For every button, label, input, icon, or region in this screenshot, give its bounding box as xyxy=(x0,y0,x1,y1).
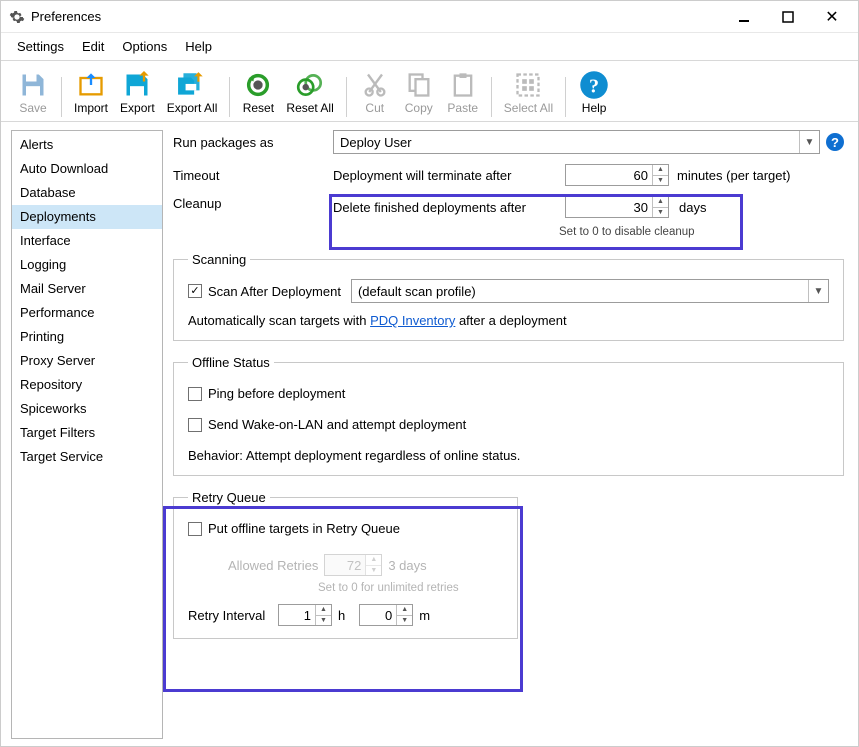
retry-hours-input[interactable] xyxy=(279,605,315,625)
sidebar-item-mail-server[interactable]: Mail Server xyxy=(12,277,162,301)
wol-checkbox[interactable]: Send Wake-on-LAN and attempt deployment xyxy=(188,417,466,432)
mins-unit: m xyxy=(419,608,430,623)
offline-group: Offline Status Ping before deployment Se… xyxy=(173,355,844,476)
menubar: Settings Edit Options Help xyxy=(1,33,858,61)
scanning-group: Scanning ✓ Scan After Deployment (defaul… xyxy=(173,252,844,341)
menu-options[interactable]: Options xyxy=(120,37,169,56)
timeout-spinner[interactable]: ▲▼ xyxy=(565,164,669,186)
sidebar-item-logging[interactable]: Logging xyxy=(12,253,162,277)
scanning-legend: Scanning xyxy=(188,252,250,267)
reset-button[interactable]: Reset xyxy=(236,67,280,117)
sidebar-item-printing[interactable]: Printing xyxy=(12,325,162,349)
export-all-button[interactable]: Export All xyxy=(161,67,224,117)
cleanup-input[interactable] xyxy=(566,197,652,217)
minimize-button[interactable] xyxy=(722,3,766,31)
export-icon xyxy=(121,69,153,101)
select-all-icon xyxy=(512,69,544,101)
select-all-button: Select All xyxy=(498,67,559,117)
sidebar-item-target-service[interactable]: Target Service xyxy=(12,445,162,469)
run-packages-label: Run packages as xyxy=(173,135,333,150)
checkbox-icon xyxy=(188,387,202,401)
reset-icon xyxy=(242,69,274,101)
allowed-retries-label: Allowed Retries xyxy=(228,558,318,573)
maximize-button[interactable] xyxy=(766,3,810,31)
scan-after-checkbox[interactable]: ✓ Scan After Deployment xyxy=(188,284,341,299)
cleanup-label: Cleanup xyxy=(173,196,333,211)
pdq-inventory-link[interactable]: PDQ Inventory xyxy=(370,313,455,328)
allowed-retries-input xyxy=(325,555,365,575)
menu-edit[interactable]: Edit xyxy=(80,37,106,56)
ping-checkbox[interactable]: Ping before deployment xyxy=(188,386,345,401)
svg-text:?: ? xyxy=(589,76,599,98)
reset-all-icon xyxy=(294,69,326,101)
retry-mins-input[interactable] xyxy=(360,605,396,625)
run-packages-select[interactable]: Deploy User ▼ xyxy=(333,130,820,154)
timeout-unit: minutes (per target) xyxy=(677,168,790,183)
sidebar-item-deployments[interactable]: Deployments xyxy=(12,205,162,229)
gear-icon xyxy=(9,9,25,25)
allowed-retries-days: 3 days xyxy=(388,558,426,573)
chevron-down-icon: ▼ xyxy=(799,131,819,153)
sidebar-item-target-filters[interactable]: Target Filters xyxy=(12,421,162,445)
cut-button: Cut xyxy=(353,67,397,117)
sidebar-item-proxy-server[interactable]: Proxy Server xyxy=(12,349,162,373)
retry-interval-label: Retry Interval xyxy=(188,608,272,623)
cleanup-spinner[interactable]: ▲▼ xyxy=(565,196,669,218)
copy-icon xyxy=(403,69,435,101)
sidebar-item-performance[interactable]: Performance xyxy=(12,301,162,325)
import-icon xyxy=(75,69,107,101)
sidebar: AlertsAuto DownloadDatabaseDeploymentsIn… xyxy=(11,130,163,739)
cleanup-unit: days xyxy=(679,200,706,215)
cleanup-hint: Set to 0 to disable cleanup xyxy=(559,226,706,238)
toolbar: Save Import Export Export All Reset Rese… xyxy=(1,61,858,122)
paste-button: Paste xyxy=(441,67,485,117)
paste-icon xyxy=(447,69,479,101)
save-button: Save xyxy=(11,67,55,117)
sidebar-item-spiceworks[interactable]: Spiceworks xyxy=(12,397,162,421)
retry-group: Retry Queue Put offline targets in Retry… xyxy=(173,490,518,639)
allowed-retries-spinner: ▲▼ xyxy=(324,554,382,576)
sidebar-item-auto-download[interactable]: Auto Download xyxy=(12,157,162,181)
content-panel: Run packages as Deploy User ▼ ? Timeout … xyxy=(163,122,858,747)
sidebar-item-database[interactable]: Database xyxy=(12,181,162,205)
reset-all-button[interactable]: Reset All xyxy=(280,67,339,117)
timeout-input[interactable] xyxy=(566,165,652,185)
titlebar: Preferences ✕ xyxy=(1,1,858,33)
chevron-down-icon: ▼ xyxy=(808,280,828,302)
scanning-description: Automatically scan targets with PDQ Inve… xyxy=(188,313,829,328)
checkbox-icon xyxy=(188,418,202,432)
save-icon xyxy=(17,69,49,101)
hours-unit: h xyxy=(338,608,345,623)
timeout-text: Deployment will terminate after xyxy=(333,168,565,183)
menu-settings[interactable]: Settings xyxy=(15,37,66,56)
retry-hours-spinner[interactable]: ▲▼ xyxy=(278,604,332,626)
retry-put-checkbox[interactable]: Put offline targets in Retry Queue xyxy=(188,521,400,536)
offline-legend: Offline Status xyxy=(188,355,274,370)
sidebar-item-interface[interactable]: Interface xyxy=(12,229,162,253)
close-button[interactable]: ✕ xyxy=(810,3,854,31)
copy-button: Copy xyxy=(397,67,441,117)
export-button[interactable]: Export xyxy=(114,67,161,117)
offline-behavior: Behavior: Attempt deployment regardless … xyxy=(188,448,829,463)
cleanup-text: Delete finished deployments after xyxy=(333,200,559,215)
help-button[interactable]: ? Help xyxy=(572,67,616,117)
checkbox-icon xyxy=(188,522,202,536)
retry-hint: Set to 0 for unlimited retries xyxy=(318,582,503,594)
sidebar-item-alerts[interactable]: Alerts xyxy=(12,133,162,157)
help-badge[interactable]: ? xyxy=(826,133,844,151)
scan-profile-select[interactable]: (default scan profile) ▼ xyxy=(351,279,829,303)
window-title: Preferences xyxy=(31,9,101,24)
help-icon: ? xyxy=(578,69,610,101)
retry-mins-spinner[interactable]: ▲▼ xyxy=(359,604,413,626)
cut-icon xyxy=(359,69,391,101)
checkbox-icon: ✓ xyxy=(188,284,202,298)
sidebar-item-repository[interactable]: Repository xyxy=(12,373,162,397)
export-all-icon xyxy=(176,69,208,101)
import-button[interactable]: Import xyxy=(68,67,114,117)
timeout-label: Timeout xyxy=(173,168,333,183)
retry-legend: Retry Queue xyxy=(188,490,270,505)
menu-help[interactable]: Help xyxy=(183,37,214,56)
